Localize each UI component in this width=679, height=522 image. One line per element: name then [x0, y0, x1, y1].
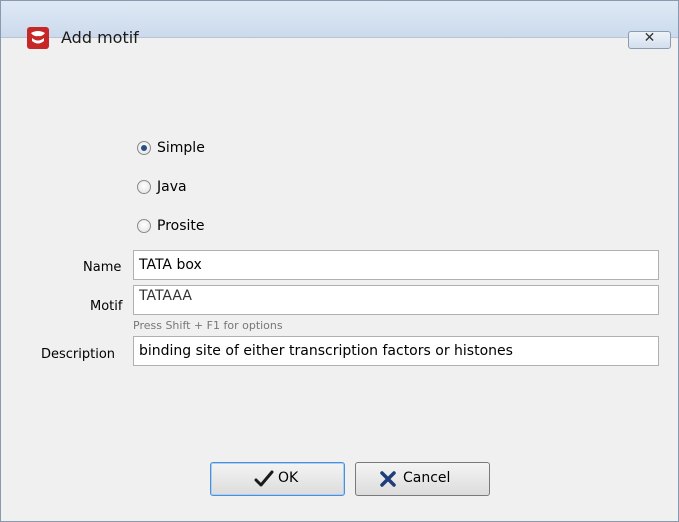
radio-java-label: Java — [157, 179, 187, 195]
radio-prosite-indicator[interactable] — [137, 219, 151, 233]
ok-button[interactable]: OK — [210, 462, 345, 496]
radio-java-indicator[interactable] — [137, 180, 151, 194]
name-field[interactable]: TATA box — [133, 250, 659, 280]
title-bar[interactable]: Add motif ✕ — [1, 1, 678, 49]
radio-prosite-label: Prosite — [157, 218, 205, 234]
motif-hint: Press Shift + F1 for options — [133, 319, 283, 332]
radio-simple-label: Simple — [157, 140, 205, 156]
close-icon: ✕ — [643, 30, 656, 46]
add-motif-dialog: Add motif ✕ Simple Java Prosite Name TAT… — [0, 0, 679, 522]
checkmark-icon — [254, 470, 274, 487]
motif-label: Motif — [90, 299, 123, 314]
description-field[interactable]: binding site of either transcription fac… — [133, 336, 659, 366]
description-label: Description — [41, 347, 116, 362]
cancel-button[interactable]: Cancel — [355, 462, 490, 496]
motif-field[interactable]: TATAAA — [133, 285, 659, 315]
name-label: Name — [83, 260, 122, 275]
cross-icon — [380, 471, 396, 487]
close-button[interactable]: ✕ — [628, 30, 671, 49]
cancel-button-label: Cancel — [403, 470, 451, 486]
ok-button-label: OK — [278, 470, 299, 486]
app-logo-icon — [27, 27, 49, 49]
radio-simple-indicator[interactable] — [137, 141, 151, 155]
window-title: Add motif — [61, 28, 139, 47]
dialog-content: Simple Java Prosite Name TATA box Motif … — [7, 57, 672, 517]
